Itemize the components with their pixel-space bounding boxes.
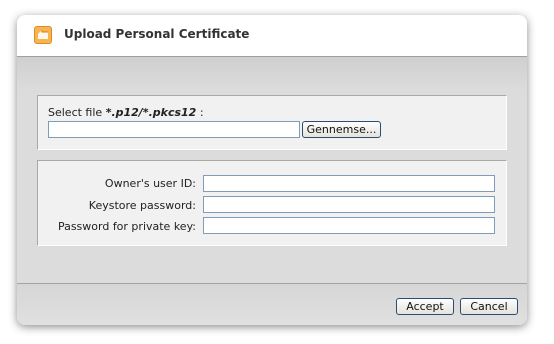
file-extension-label: *.p12/*.pkcs12 <box>105 106 197 119</box>
private-key-password-input[interactable] <box>203 217 495 234</box>
browse-button[interactable]: Gennemse... <box>302 121 381 138</box>
upload-certificate-dialog: Upload Personal Certificate Select file … <box>17 15 527 325</box>
certificate-upload-icon <box>33 25 53 45</box>
user-id-input[interactable] <box>203 175 495 192</box>
select-file-label-suffix: : <box>196 106 204 119</box>
dialog-title: Upload Personal Certificate <box>64 27 250 41</box>
select-file-label-prefix: Select file <box>48 106 106 119</box>
dialog-titlebar: Upload Personal Certificate <box>17 15 527 57</box>
keystore-password-input[interactable] <box>203 196 495 213</box>
select-file-label: Select file *.p12/*.pkcs12 : <box>48 106 204 119</box>
file-path-input[interactable] <box>48 121 300 138</box>
file-select-panel: Select file *.p12/*.pkcs12 : Gennemse... <box>37 95 507 150</box>
header-band <box>17 57 527 91</box>
accept-button[interactable]: Accept <box>396 298 454 315</box>
private-key-password-label: Password for private key: <box>57 220 196 233</box>
keystore-password-label: Keystore password: <box>88 199 196 212</box>
cancel-button[interactable]: Cancel <box>460 298 518 315</box>
credentials-panel: Owner's user ID: Keystore password: Pass… <box>37 160 507 246</box>
user-id-label: Owner's user ID: <box>104 177 196 190</box>
